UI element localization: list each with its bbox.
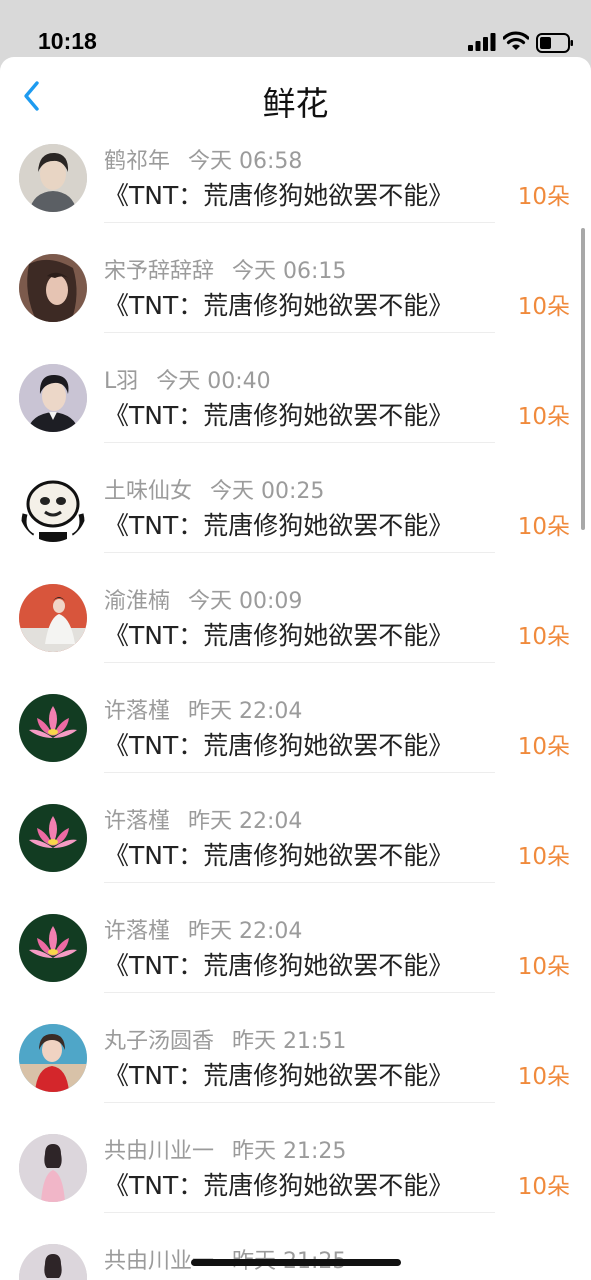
cellular-signal-icon bbox=[468, 33, 496, 51]
timestamp: 昨天 21:51 bbox=[232, 1029, 347, 1054]
book-title: 《TNT：荒唐修狗她欲罢不能》 bbox=[104, 181, 454, 210]
list-item[interactable]: 渝淮楠 今天 00:09 《TNT：荒唐修狗她欲罢不能》 10朵 bbox=[0, 553, 591, 663]
avatar[interactable] bbox=[19, 1024, 87, 1092]
flower-count: 10朵 bbox=[517, 294, 570, 320]
flower-count: 10朵 bbox=[517, 1174, 570, 1200]
list-item[interactable]: 土味仙女 今天 00:25 《TNT：荒唐修狗她欲罢不能》 10朵 bbox=[0, 443, 591, 553]
avatar[interactable] bbox=[19, 1134, 87, 1202]
avatar[interactable] bbox=[19, 474, 87, 542]
wifi-icon bbox=[503, 31, 529, 50]
page-title: 鲜花 bbox=[262, 84, 329, 123]
battery-icon bbox=[536, 33, 573, 53]
timestamp: 今天 06:58 bbox=[188, 149, 303, 174]
avatar[interactable] bbox=[19, 254, 87, 322]
avatar[interactable] bbox=[19, 584, 87, 652]
flower-list: 鹤祁年 今天 06:58 《TNT：荒唐修狗她欲罢不能》 10朵 宋予辞辞辞 今天 … bbox=[0, 131, 591, 1280]
timestamp: 昨天 22:04 bbox=[188, 809, 303, 834]
flower-count: 10朵 bbox=[517, 404, 570, 430]
list-item[interactable]: 许落槿 昨天 22:04 《TNT：荒唐修狗她欲罢不能》 10朵 bbox=[0, 663, 591, 773]
user-name[interactable]: 渝淮楠 bbox=[104, 589, 170, 614]
list-item[interactable]: 共由川业一 昨天 21:25 《TNT：荒唐修狗她欲罢不能》 10朵 bbox=[0, 1103, 591, 1213]
scrollbar[interactable] bbox=[581, 228, 585, 530]
avatar[interactable] bbox=[19, 914, 87, 982]
timestamp: 今天 00:25 bbox=[210, 479, 325, 504]
list-item[interactable]: 鹤祁年 今天 06:58 《TNT：荒唐修狗她欲罢不能》 10朵 bbox=[0, 131, 591, 223]
list-item[interactable]: 宋予辞辞辞 今天 06:15 《TNT：荒唐修狗她欲罢不能》 10朵 bbox=[0, 223, 591, 333]
book-title: 《TNT：荒唐修狗她欲罢不能》 bbox=[104, 291, 454, 320]
list-item[interactable]: 丸子汤圆香 昨天 21:51 《TNT：荒唐修狗她欲罢不能》 10朵 bbox=[0, 993, 591, 1103]
book-title: 《TNT：荒唐修狗她欲罢不能》 bbox=[104, 621, 454, 650]
flower-count: 10朵 bbox=[517, 954, 570, 980]
timestamp: 今天 00:40 bbox=[156, 369, 271, 394]
flower-count: 10朵 bbox=[517, 734, 570, 760]
book-title: 《TNT：荒唐修狗她欲罢不能》 bbox=[104, 841, 454, 870]
user-name[interactable]: 鹤祁年 bbox=[104, 149, 170, 174]
list-item[interactable]: 许落槿 昨天 22:04 《TNT：荒唐修狗她欲罢不能》 10朵 bbox=[0, 883, 591, 993]
home-indicator[interactable] bbox=[191, 1259, 401, 1266]
avatar[interactable] bbox=[19, 694, 87, 762]
flower-count: 10朵 bbox=[517, 184, 570, 210]
user-name[interactable]: 丸子汤圆香 bbox=[104, 1029, 214, 1054]
user-name[interactable]: 许落槿 bbox=[104, 809, 170, 834]
list-item[interactable]: L羽 今天 00:40 《TNT：荒唐修狗她欲罢不能》 10朵 bbox=[0, 333, 591, 443]
avatar[interactable] bbox=[19, 144, 87, 212]
timestamp: 昨天 22:04 bbox=[188, 919, 303, 944]
user-name[interactable]: L羽 bbox=[104, 369, 138, 394]
book-title: 《TNT：荒唐修狗她欲罢不能》 bbox=[104, 731, 454, 760]
book-title: 《TNT：荒唐修狗她欲罢不能》 bbox=[104, 511, 454, 540]
avatar[interactable] bbox=[19, 364, 87, 432]
navigation-bar: 鲜花 bbox=[0, 57, 591, 131]
user-name[interactable]: 土味仙女 bbox=[104, 479, 192, 504]
flower-count: 10朵 bbox=[517, 1064, 570, 1090]
status-time: 10:18 bbox=[38, 28, 97, 54]
book-title: 《TNT：荒唐修狗她欲罢不能》 bbox=[104, 951, 454, 980]
list-item[interactable]: 共由川业一昨天 21:25 bbox=[0, 1213, 591, 1280]
timestamp: 今天 06:15 bbox=[232, 259, 347, 284]
user-name[interactable]: 许落槿 bbox=[104, 919, 170, 944]
flower-count: 10朵 bbox=[517, 514, 570, 540]
flower-count: 10朵 bbox=[517, 844, 570, 870]
timestamp: 今天 00:09 bbox=[188, 589, 303, 614]
book-title: 《TNT：荒唐修狗她欲罢不能》 bbox=[104, 1061, 454, 1090]
flower-list-container[interactable]: 鹤祁年 今天 06:58 《TNT：荒唐修狗她欲罢不能》 10朵 宋予辞辞辞 今天 … bbox=[0, 131, 591, 1280]
flower-count: 10朵 bbox=[517, 624, 570, 650]
book-title: 《TNT：荒唐修狗她欲罢不能》 bbox=[104, 1171, 454, 1200]
avatar[interactable] bbox=[19, 1244, 87, 1280]
user-name[interactable]: 共由川业一 bbox=[104, 1139, 214, 1164]
user-name[interactable]: 宋予辞辞辞 bbox=[104, 259, 214, 284]
timestamp: 昨天 21:25 bbox=[232, 1139, 347, 1164]
book-title: 《TNT：荒唐修狗她欲罢不能》 bbox=[104, 401, 454, 430]
user-name[interactable]: 许落槿 bbox=[104, 699, 170, 724]
list-item[interactable]: 许落槿 昨天 22:04 《TNT：荒唐修狗她欲罢不能》 10朵 bbox=[0, 773, 591, 883]
timestamp: 昨天 22:04 bbox=[188, 699, 303, 724]
status-bar: 10:18 bbox=[0, 0, 591, 57]
avatar[interactable] bbox=[19, 804, 87, 872]
